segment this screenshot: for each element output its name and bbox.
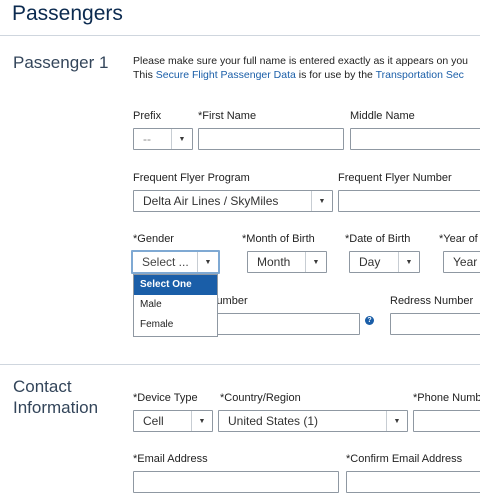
tsa-link[interactable]: Transportation Sec xyxy=(376,69,464,81)
prefix-label: Prefix xyxy=(133,110,162,122)
header-divider xyxy=(0,35,480,36)
middle-name-input[interactable] xyxy=(350,128,480,150)
page-title: Passengers xyxy=(12,2,123,25)
ffn-input[interactable] xyxy=(338,190,480,212)
name-notice-line2: This Secure Flight Passenger Data is for… xyxy=(133,69,464,81)
chevron-down-icon: ▼ xyxy=(311,191,332,211)
first-name-label: *First Name xyxy=(198,110,257,122)
known-traveler-input[interactable] xyxy=(214,313,360,335)
month-select[interactable]: Month ▼ xyxy=(247,251,327,273)
first-name-input[interactable] xyxy=(198,128,344,150)
name-notice-line1: Please make sure your full name is enter… xyxy=(133,55,469,67)
chevron-down-icon: ▼ xyxy=(305,252,326,272)
chevron-down-icon: ▼ xyxy=(398,252,419,272)
prefix-value: -- xyxy=(143,132,151,146)
redress-input[interactable] xyxy=(390,313,480,335)
email-label: *Email Address xyxy=(133,453,208,465)
contact-section-title-line2: Information xyxy=(13,398,99,417)
device-type-value: Cell xyxy=(143,414,164,428)
phone-number-input[interactable] xyxy=(413,410,480,432)
phone-number-label: *Phone Numb xyxy=(413,392,480,404)
known-traveler-label: lumber xyxy=(214,295,248,307)
country-region-select[interactable]: United States (1) ▼ xyxy=(218,410,408,432)
day-value: Day xyxy=(359,255,381,269)
notice-text: is for use by the xyxy=(295,69,376,81)
device-type-label: *Device Type xyxy=(133,392,198,404)
confirm-email-label: *Confirm Email Address xyxy=(346,453,463,465)
redress-label: Redress Number xyxy=(390,295,474,307)
help-icon[interactable]: ? xyxy=(365,316,374,325)
date-of-birth-label: *Date of Birth xyxy=(345,233,411,245)
device-type-select[interactable]: Cell ▼ xyxy=(133,410,213,432)
year-of-birth-label: *Year of xyxy=(439,233,478,245)
gender-option[interactable]: Female xyxy=(134,315,217,335)
gender-value: Select ... xyxy=(142,255,189,269)
month-value: Month xyxy=(257,255,291,269)
chevron-down-icon: ▼ xyxy=(386,411,407,431)
day-select[interactable]: Day ▼ xyxy=(349,251,420,273)
confirm-email-input[interactable] xyxy=(346,471,480,493)
ffn-label: Frequent Flyer Number xyxy=(338,172,452,184)
secure-flight-link[interactable]: Secure Flight Passenger Data xyxy=(156,69,296,81)
passenger-section-title: Passenger 1 xyxy=(13,53,109,72)
chevron-down-icon: ▼ xyxy=(197,252,218,272)
email-input[interactable] xyxy=(133,471,339,493)
section-divider xyxy=(0,364,480,365)
country-region-label: *Country/Region xyxy=(220,392,301,404)
year-select[interactable]: Year xyxy=(443,251,480,273)
year-value: Year xyxy=(453,255,478,269)
ffp-label: Frequent Flyer Program xyxy=(133,172,250,184)
gender-option[interactable]: Select One xyxy=(134,275,217,295)
chevron-down-icon: ▼ xyxy=(171,129,192,149)
ffp-select[interactable]: Delta Air Lines / SkyMiles ▼ xyxy=(133,190,333,212)
gender-dropdown-list: Select One Male Female xyxy=(133,274,218,337)
month-of-birth-label: *Month of Birth xyxy=(242,233,315,245)
prefix-select[interactable]: -- ▼ xyxy=(133,128,193,150)
middle-name-label: Middle Name xyxy=(350,110,415,122)
notice-text: This xyxy=(133,69,156,81)
gender-label: *Gender xyxy=(133,233,174,245)
chevron-down-icon: ▼ xyxy=(191,411,212,431)
gender-option[interactable]: Male xyxy=(134,295,217,315)
ffp-value: Delta Air Lines / SkyMiles xyxy=(143,194,279,208)
contact-section-title-line1: Contact xyxy=(13,377,72,396)
gender-select[interactable]: Select ... ▼ xyxy=(131,250,220,274)
country-region-value: United States (1) xyxy=(228,414,319,428)
